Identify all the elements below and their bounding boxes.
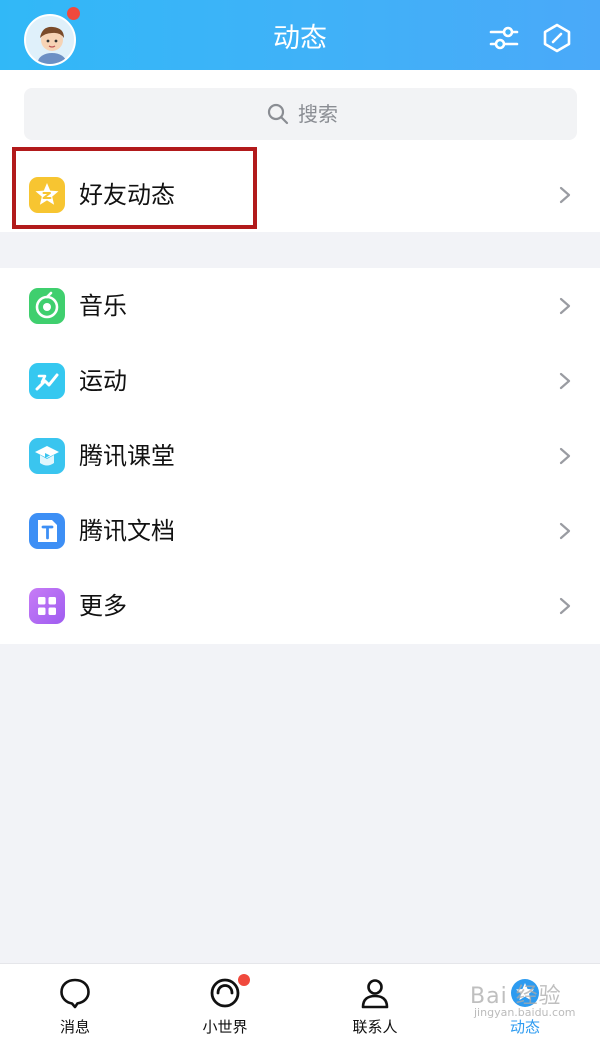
menu-item-label: 运动	[79, 367, 127, 395]
chevron-right-icon	[559, 597, 571, 615]
chevron-right-icon	[559, 447, 571, 465]
watermark-url: jingyan.baidu.com	[474, 1006, 576, 1019]
menu-item-label: 腾讯课堂	[79, 442, 175, 470]
chevron-right-icon	[559, 522, 571, 540]
tab-label: 联系人	[352, 1018, 398, 1036]
contacts-icon	[361, 979, 389, 1009]
search-placeholder: 搜索	[298, 102, 338, 126]
tencent-docs-icon	[29, 513, 65, 549]
menu-item-tencent-classroom[interactable]: 腾讯课堂	[0, 418, 600, 493]
music-icon	[29, 288, 65, 324]
shield-icon[interactable]	[541, 22, 573, 54]
more-grid-icon	[29, 588, 65, 624]
tab-label: 小世界	[202, 1018, 248, 1036]
tab-contacts[interactable]: 联系人	[300, 964, 450, 1043]
tencent-classroom-icon	[29, 438, 65, 474]
tab-label: 动态	[509, 1018, 540, 1036]
search-icon	[267, 103, 289, 125]
menu-item-tencent-docs[interactable]: 腾讯文档	[0, 493, 600, 568]
message-icon	[60, 978, 90, 1009]
small-world-icon	[210, 978, 240, 1008]
sport-icon	[29, 363, 65, 399]
menu-item-more[interactable]: 更多	[0, 568, 600, 643]
settings-sliders-icon[interactable]	[488, 22, 520, 54]
menu-item-label: 音乐	[79, 292, 127, 320]
chevron-right-icon	[559, 297, 571, 315]
menu-item-sport[interactable]: 运动	[0, 343, 600, 418]
menu-item-music[interactable]: 音乐	[0, 268, 600, 343]
highlight-annotation	[12, 147, 257, 229]
search-input[interactable]: 搜索	[24, 88, 577, 140]
chevron-right-icon	[559, 186, 571, 204]
tab-label: 消息	[59, 1018, 90, 1036]
tab-messages[interactable]: 消息	[0, 964, 150, 1043]
notification-dot	[238, 974, 250, 986]
menu-item-label: 更多	[79, 592, 127, 620]
chevron-right-icon	[559, 372, 571, 390]
tab-small-world[interactable]: 小世界	[150, 964, 300, 1043]
top-bar: 动态	[0, 0, 600, 70]
menu-item-label: 腾讯文档	[79, 517, 175, 545]
